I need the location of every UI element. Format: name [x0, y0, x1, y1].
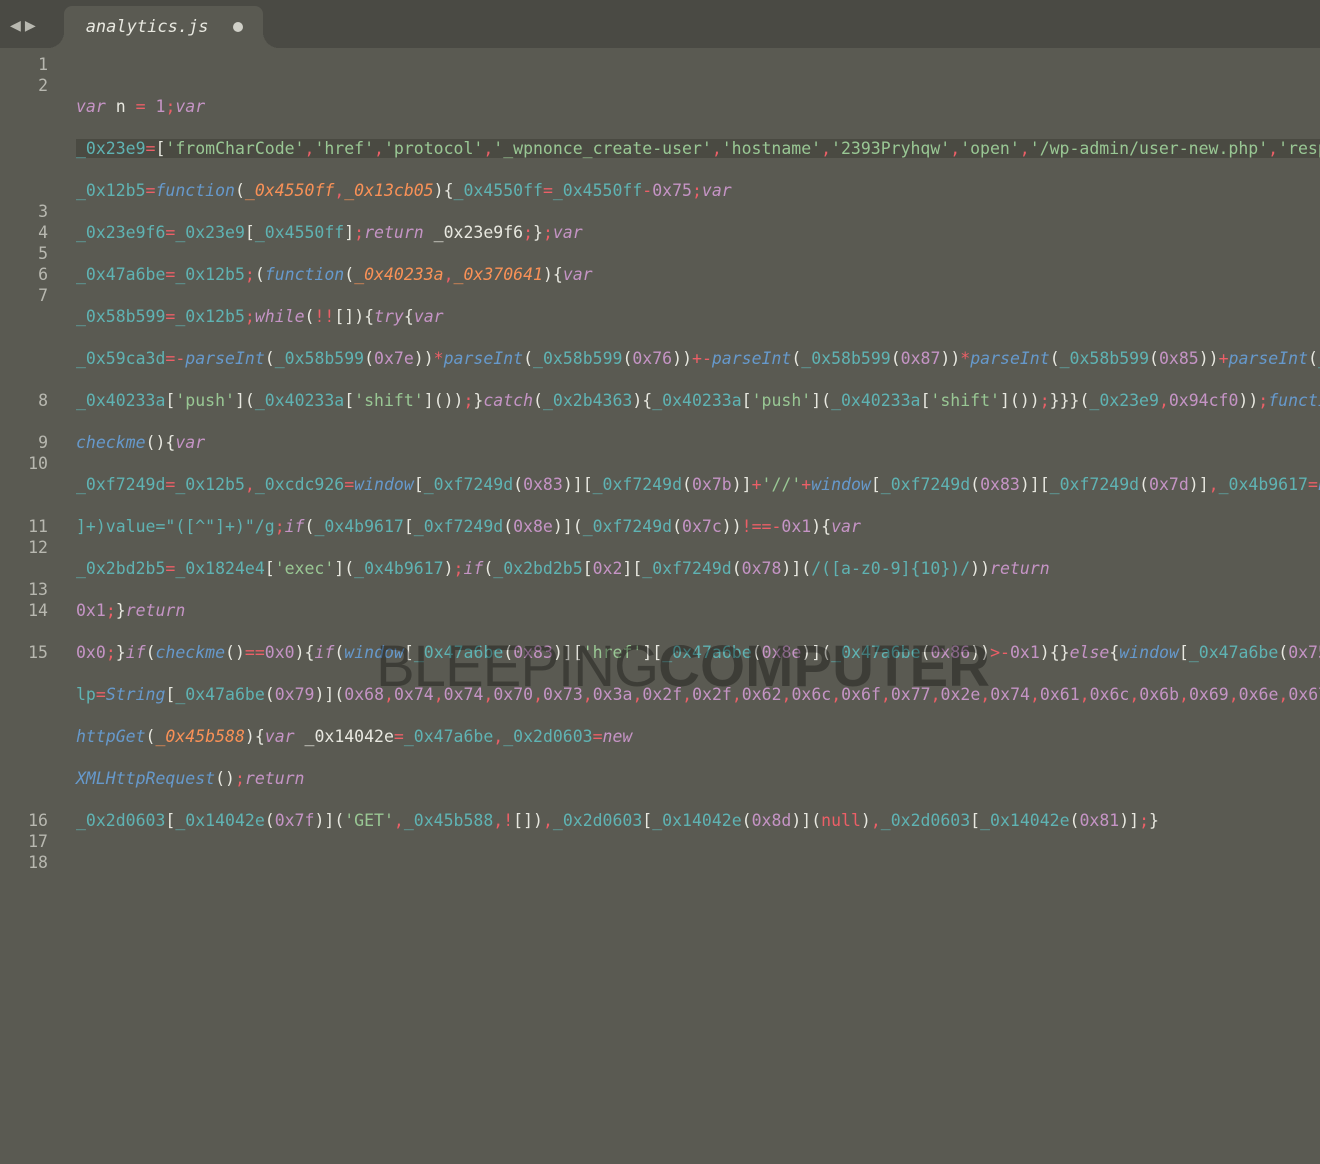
- line-number: 13: [0, 579, 66, 600]
- line-number: 8: [0, 390, 66, 432]
- file-tab[interactable]: analytics.js: [64, 6, 263, 48]
- line-number: 5: [0, 243, 66, 264]
- modified-dot-icon: [233, 22, 243, 32]
- line-gutter: 1 2 3 4 5 6 7 8 9 10 11 12 13 14 15 16 1…: [0, 48, 66, 1164]
- line-number: 18: [0, 852, 66, 894]
- line-number: 2: [0, 75, 66, 201]
- nav-arrows: ◀ ▶: [0, 15, 46, 48]
- tab-filename: analytics.js: [86, 17, 209, 37]
- nav-forward-icon[interactable]: ▶: [25, 15, 36, 36]
- line-number: 9: [0, 432, 66, 453]
- editor: 1 2 3 4 5 6 7 8 9 10 11 12 13 14 15 16 1…: [0, 48, 1320, 1164]
- code-area[interactable]: BLEEPINGCOMPUTER var n = 1;var _0x23e9=[…: [66, 48, 1320, 1164]
- line-number: 6: [0, 264, 66, 285]
- line-number: 12: [0, 537, 66, 579]
- line-number: 3: [0, 201, 66, 222]
- line-number: 15: [0, 642, 66, 810]
- line-number: 4: [0, 222, 66, 243]
- code-content: var n = 1;var _0x23e9=['fromCharCode','h…: [76, 96, 1320, 831]
- line-number: 11: [0, 516, 66, 537]
- line-number: 16: [0, 810, 66, 831]
- titlebar: ◀ ▶ analytics.js: [0, 0, 1320, 48]
- line-number: 10: [0, 453, 66, 516]
- line-number: 14: [0, 600, 66, 642]
- line-number: 17: [0, 831, 66, 852]
- line-number: 1: [0, 54, 66, 75]
- line-number: 7: [0, 285, 66, 390]
- hex-list: 0x68,0x74,0x74,0x70,0x73,0x3a,0x2f,0x2f,…: [344, 685, 1320, 704]
- nav-back-icon[interactable]: ◀: [10, 15, 21, 36]
